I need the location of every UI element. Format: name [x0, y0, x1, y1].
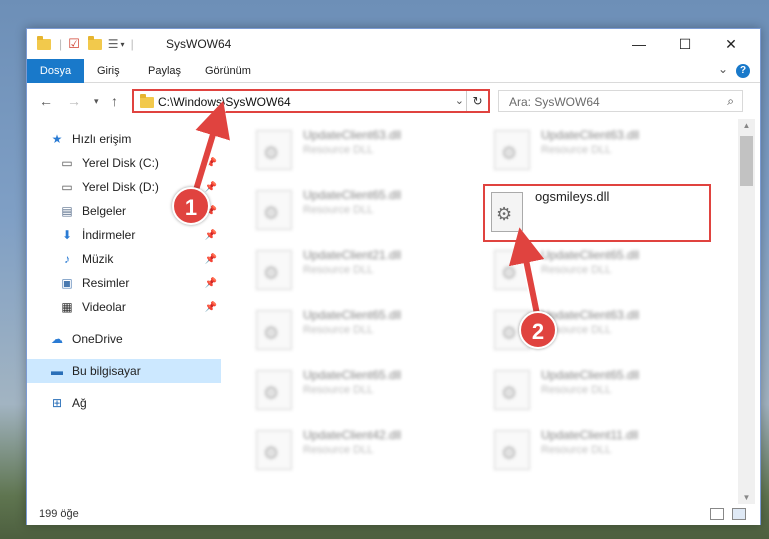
step-1-badge: 1 [172, 187, 210, 225]
star-icon: ★ [51, 132, 63, 146]
dll-file-icon [494, 370, 530, 410]
file-item[interactable]: UpdateClient42.dll Resource DLL [246, 424, 466, 474]
scroll-down-icon[interactable]: ▼ [738, 493, 755, 502]
address-bar[interactable]: C:\Windows\SysWOW64 ⌄ ↻ [132, 89, 490, 113]
dll-file-icon [494, 250, 530, 290]
details-view-icon[interactable] [710, 508, 724, 520]
address-path[interactable]: C:\Windows\SysWOW64 [158, 95, 291, 109]
file-item[interactable]: UpdateClient65.dll Resource DLL [246, 364, 466, 414]
ribbon: Dosya Giriş Paylaş Görünüm ⌄ ? [27, 59, 760, 83]
navigation-pane: ★ Hızlı erişim ▭ Yerel Disk (C:) 📌 ▭ Yer… [27, 119, 221, 504]
file-item[interactable]: UpdateClient11.dll Resource DLL [484, 424, 704, 474]
cloud-icon: ☁ [51, 332, 63, 346]
search-input[interactable]: Ara: SysWOW64 ⌕ [498, 90, 743, 112]
folder-icon [37, 35, 51, 50]
tab-file[interactable]: Dosya [27, 59, 84, 83]
large-icons-view-icon[interactable] [732, 508, 746, 520]
tab-home[interactable]: Giriş [97, 59, 120, 83]
scroll-up-icon[interactable]: ▲ [738, 121, 755, 130]
music-icon: ♪ [64, 252, 70, 266]
file-item[interactable]: UpdateClient65.dll Resource DLL [484, 364, 704, 414]
dll-file-icon [491, 192, 523, 232]
folder-icon [140, 94, 154, 108]
back-button[interactable]: ← [39, 93, 53, 109]
refresh-button[interactable]: ↻ [466, 91, 488, 111]
highlighted-file-item[interactable]: ogsmileys.dll [483, 184, 711, 242]
sidebar-item-quick-access[interactable]: ★ Hızlı erişim [27, 127, 221, 151]
expand-ribbon-icon[interactable]: ⌄ [718, 62, 728, 76]
chevron-down-icon[interactable]: ⌄ [455, 94, 464, 107]
file-item[interactable]: UpdateClient65.dll Resource DLL [484, 244, 704, 294]
dll-file-icon [256, 190, 292, 230]
search-icon[interactable]: ⌕ [727, 94, 734, 109]
step-2-badge: 2 [519, 311, 557, 349]
minimize-button[interactable]: — [616, 29, 662, 59]
item-count: 199 öğe [39, 508, 79, 520]
dll-file-icon [256, 310, 292, 350]
status-bar: 199 öğe [27, 504, 760, 525]
dll-file-icon [256, 430, 292, 470]
pin-icon[interactable]: 📌 [205, 182, 217, 193]
dll-file-icon [256, 370, 292, 410]
tab-view[interactable]: Görünüm [205, 59, 251, 83]
properties-icon[interactable]: ☑ [68, 36, 80, 52]
quick-access-toolbar: | ☑ ☰ ▾ | [37, 35, 134, 52]
video-icon: ▦ [61, 300, 73, 314]
pin-icon[interactable]: 📌 [205, 254, 217, 265]
new-folder-icon[interactable] [87, 35, 102, 50]
sidebar-item-network[interactable]: ⊞ Ağ [27, 391, 221, 415]
pin-icon[interactable]: 📌 [205, 230, 217, 241]
sidebar-item-music[interactable]: ♪ Müzik 📌 [27, 247, 221, 271]
recent-locations-button[interactable]: ▾ [94, 96, 99, 107]
file-item[interactable]: UpdateClient63.dll Resource DLL [246, 124, 466, 174]
drive-icon: ▭ [61, 180, 73, 194]
customize-icon[interactable]: ☰ [108, 37, 119, 51]
file-item[interactable]: UpdateClient63.dll Resource DLL [484, 124, 704, 174]
sidebar-item-onedrive[interactable]: ☁ OneDrive [27, 327, 221, 351]
documents-icon: ▤ [61, 204, 73, 218]
forward-button[interactable]: → [67, 93, 81, 109]
sidebar-item-downloads[interactable]: ⬇ İndirmeler 📌 [27, 223, 221, 247]
help-icon[interactable]: ? [736, 64, 750, 78]
computer-icon: ▬ [51, 364, 63, 378]
vertical-scrollbar[interactable]: ▲ ▼ [738, 119, 755, 504]
up-button[interactable]: ↑ [111, 93, 118, 109]
sidebar-item-disk-c[interactable]: ▭ Yerel Disk (C:) 📌 [27, 151, 221, 175]
window-title: SysWOW64 [166, 37, 232, 51]
network-icon: ⊞ [51, 396, 63, 410]
file-name: ogsmileys.dll [535, 189, 610, 204]
file-item[interactable]: UpdateClient65.dll Resource DLL [246, 184, 466, 234]
sidebar-item-videos[interactable]: ▦ Videolar 📌 [27, 295, 221, 319]
pin-icon[interactable]: 📌 [205, 158, 217, 169]
file-item[interactable]: UpdateClient65.dll Resource DLL [246, 304, 466, 354]
dll-file-icon [256, 130, 292, 170]
file-explorer-window: | ☑ ☰ ▾ | SysWOW64 — ☐ ✕ Dosya Giriş Pay… [26, 28, 761, 525]
sidebar-item-pictures[interactable]: ▣ Resimler 📌 [27, 271, 221, 295]
chevron-down-icon[interactable]: ▾ [121, 40, 125, 49]
maximize-button[interactable]: ☐ [662, 29, 708, 59]
download-icon: ⬇ [61, 228, 73, 242]
tab-share[interactable]: Paylaş [148, 59, 181, 83]
close-button[interactable]: ✕ [708, 29, 754, 59]
sidebar-item-this-pc[interactable]: ▬ Bu bilgisayar [27, 359, 221, 383]
pin-icon[interactable]: 📌 [205, 278, 217, 289]
file-item[interactable]: UpdateClient63.dll Resource DLL [484, 304, 704, 354]
dll-file-icon [494, 130, 530, 170]
file-list: UpdateClient63.dll Resource DLL UpdateCl… [222, 119, 740, 504]
file-item[interactable]: UpdateClient21.dll Resource DLL [246, 244, 466, 294]
drive-icon: ▭ [61, 156, 73, 170]
scrollbar-thumb[interactable] [740, 136, 753, 186]
pin-icon[interactable]: 📌 [205, 302, 217, 313]
pictures-icon: ▣ [61, 276, 73, 290]
dll-file-icon [494, 430, 530, 470]
dll-file-icon [256, 250, 292, 290]
title-bar: | ☑ ☰ ▾ | SysWOW64 — ☐ ✕ [27, 29, 760, 59]
